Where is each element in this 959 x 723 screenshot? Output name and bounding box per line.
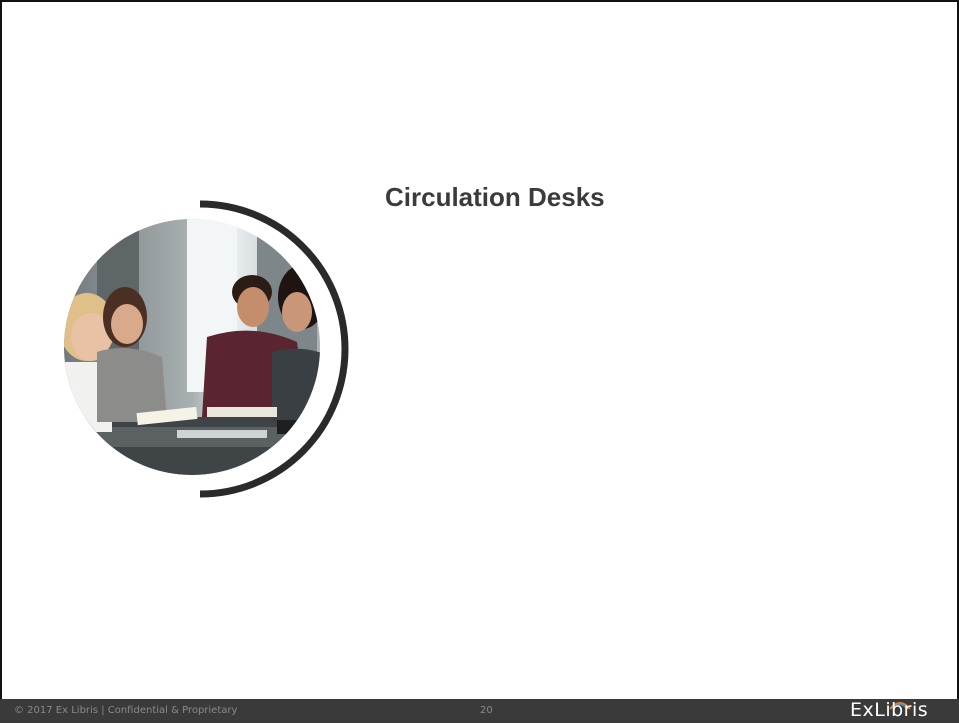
page-number: 20 — [480, 705, 493, 716]
exlibris-logo: ExLibris — [838, 699, 959, 723]
copyright-text: © 2017 Ex Libris | Confidential & Propri… — [14, 705, 238, 716]
logo-text: ExLibris — [850, 699, 929, 721]
slide: Circulation Desks — [0, 0, 959, 723]
slide-title: Circulation Desks — [385, 182, 605, 212]
footer-bar: © 2017 Ex Libris | Confidential & Propri… — [0, 699, 959, 723]
students-studying-photo-icon — [64, 200, 349, 498]
